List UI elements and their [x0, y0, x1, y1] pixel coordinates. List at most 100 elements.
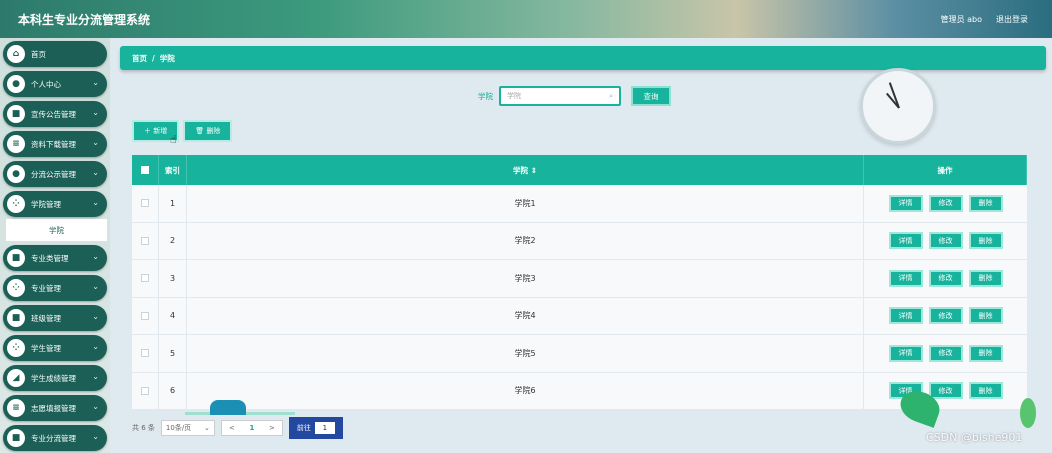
row-delete-button[interactable]: 删除 — [968, 344, 1003, 362]
list-icon: ■ — [7, 249, 25, 267]
row-check-cell — [132, 335, 159, 372]
sidebar-item-student[interactable]: ⁘ 学生管理 ⌄ — [3, 335, 107, 361]
search-icon: ⌕ — [609, 91, 613, 100]
row-check-cell — [132, 260, 159, 297]
detail-button[interactable]: 详情 — [888, 194, 923, 212]
user-icon: ● — [7, 165, 25, 183]
sidebar-item-major-category[interactable]: ■ 专业类管理 ⌄ — [3, 245, 107, 271]
edit-button[interactable]: 修改 — [928, 232, 963, 250]
page-jump-input[interactable]: 1 — [314, 422, 335, 434]
row-check-cell — [132, 372, 159, 409]
detail-button[interactable]: 详情 — [888, 307, 923, 325]
edit-button[interactable]: 修改 — [928, 307, 963, 325]
row-check-cell — [132, 297, 159, 334]
detail-button[interactable]: 详情 — [888, 269, 923, 287]
table-row: 5 学院5 详情 修改 删除 — [132, 335, 1027, 373]
page-size-value: 10条/页 — [165, 424, 192, 432]
search-label: 学院 — [478, 91, 493, 101]
user-label: 管理员 abo — [940, 14, 982, 24]
row-delete-button[interactable]: 删除 — [968, 232, 1003, 250]
chevron-down-icon: ⌄ — [92, 402, 99, 411]
column-header-index: 索引 — [159, 155, 187, 185]
sidebar-item-publicity[interactable]: ● 分流公示管理 ⌄ — [3, 161, 107, 187]
user-area: 管理员 abo 退出登录 — [941, 14, 1028, 25]
row-index: 4 — [159, 297, 187, 334]
row-checkbox[interactable] — [141, 199, 149, 208]
chevron-down-icon: ⌄ — [92, 342, 99, 351]
page-nav: < 1 > — [220, 420, 283, 436]
next-page-button[interactable]: > — [262, 424, 282, 432]
column-header-ops: 操作 — [864, 155, 1027, 185]
page-size-select[interactable]: 10条/页 ⌄ — [160, 420, 215, 436]
row-delete-button[interactable]: 删除 — [968, 307, 1003, 325]
sidebar-item-notice[interactable]: ■ 宣传公告管理 ⌄ — [3, 101, 107, 127]
sidebar-item-scores[interactable]: ◢ 学生成绩管理 ⌄ — [3, 365, 107, 391]
table-row: 2 学院2 详情 修改 删除 — [132, 222, 1027, 260]
chevron-down-icon: ⌄ — [92, 312, 99, 321]
logout-link[interactable]: 退出登录 — [996, 14, 1028, 25]
top-bar: 本科生专业分流管理系统 管理员 abo 退出登录 — [0, 0, 1052, 38]
row-delete-button[interactable]: 删除 — [968, 269, 1003, 287]
sidebar-item-label: 分流公示管理 — [31, 169, 76, 179]
chevron-down-icon: ⌄ — [92, 198, 99, 207]
prev-page-button[interactable]: < — [222, 424, 242, 432]
search-placeholder: 学院 — [507, 92, 521, 100]
chevron-down-icon: ⌄ — [92, 138, 99, 147]
sidebar-item-home[interactable]: ⌂ 首页 — [3, 41, 107, 67]
sidebar-item-diversion[interactable]: ■ 专业分流管理 ⌄ — [3, 425, 107, 451]
pagination-total: 共 6 条 — [132, 424, 155, 432]
sidebar-subitem-college[interactable]: 学院 — [6, 219, 107, 241]
row-actions: 详情 修改 删除 — [864, 373, 1027, 410]
action-row: ＋ 新增 🗑 删除 — [132, 120, 233, 142]
table-row: 3 学院3 详情 修改 删除 — [132, 260, 1027, 298]
sidebar-item-label: 志愿填报管理 — [31, 403, 76, 413]
row-name: 学院1 — [187, 185, 864, 222]
breadcrumb-separator: / — [152, 53, 155, 63]
row-name: 学院3 — [187, 260, 864, 297]
sidebar: ⌂ 首页 ● 个人中心 ⌄ ■ 宣传公告管理 ⌄ ≡ 资料下载管理 ⌄ ● 分流公示管理 ⌄ ⁘ 学… — [0, 38, 110, 453]
edit-button[interactable]: 修改 — [928, 194, 963, 212]
chevron-down-icon: ⌄ — [92, 372, 99, 381]
sidebar-item-personal-center[interactable]: ● 个人中心 ⌄ — [3, 71, 107, 97]
chart-icon: ◢ — [7, 369, 25, 387]
row-checkbox[interactable] — [141, 311, 149, 320]
breadcrumb-home[interactable]: 首页 — [132, 53, 147, 64]
row-delete-button[interactable]: 删除 — [968, 194, 1003, 212]
detail-button[interactable]: 详情 — [888, 344, 923, 362]
table-body: 1 学院1 详情 修改 删除 2 学院2 详情 修改 删除 3 学院3 详情 修改 删除 4 学院4 详情 修改 删除… — [132, 185, 1027, 410]
watermark: CSDN @bishe901 — [926, 431, 1023, 444]
delete-button[interactable]: 🗑 删除 — [183, 120, 233, 142]
select-all-cell — [132, 155, 159, 185]
sidebar-item-college[interactable]: ⁘ 学院管理 ⌄ — [3, 191, 107, 217]
row-checkbox[interactable] — [141, 386, 149, 395]
sidebar-item-downloads[interactable]: ≡ 资料下载管理 ⌄ — [3, 131, 107, 157]
grid-icon: ⁘ — [7, 339, 25, 357]
edit-button[interactable]: 修改 — [928, 344, 963, 362]
app-title: 本科生专业分流管理系统 — [18, 12, 151, 27]
user-icon: ● — [7, 75, 25, 93]
edit-button[interactable]: 修改 — [928, 382, 963, 400]
row-delete-button[interactable]: 删除 — [968, 382, 1003, 400]
notice-icon: ■ — [7, 105, 25, 123]
sidebar-item-major[interactable]: ⁘ 专业管理 ⌄ — [3, 275, 107, 301]
column-header-name[interactable]: 学院 ⇕ — [187, 155, 864, 185]
detail-button[interactable]: 详情 — [888, 232, 923, 250]
sidebar-item-class[interactable]: ■ 班级管理 ⌄ — [3, 305, 107, 331]
sidebar-item-label: 资料下载管理 — [31, 139, 76, 149]
pagination: 共 6 条 10条/页 ⌄ < 1 > 前往 1 — [132, 417, 343, 439]
search-button[interactable]: 查询 — [631, 86, 671, 106]
row-index: 3 — [159, 260, 187, 297]
sidebar-item-volunteer[interactable]: ≡ 志愿填报管理 ⌄ — [3, 395, 107, 421]
current-page[interactable]: 1 — [242, 424, 262, 432]
row-checkbox[interactable] — [141, 349, 149, 358]
row-checkbox[interactable] — [141, 236, 149, 245]
row-index: 1 — [159, 185, 187, 222]
row-name: 学院4 — [187, 297, 864, 334]
row-actions: 详情 修改 删除 — [864, 260, 1027, 297]
search-input[interactable]: 学院 ⌕ — [499, 86, 621, 106]
row-checkbox[interactable] — [141, 274, 149, 283]
edit-button[interactable]: 修改 — [928, 269, 963, 287]
select-all-checkbox[interactable] — [141, 166, 149, 174]
document-icon: ■ — [7, 309, 25, 327]
pointer-cursor-icon: ☝ — [170, 133, 177, 146]
